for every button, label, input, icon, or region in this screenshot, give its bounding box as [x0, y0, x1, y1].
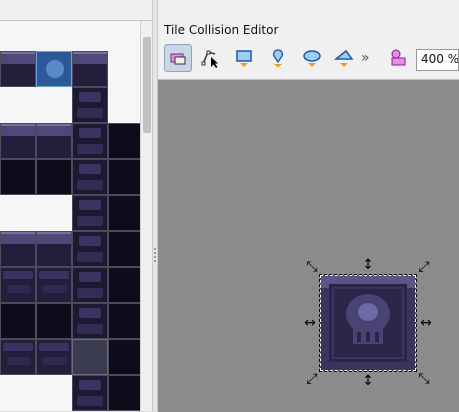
tileset-tile[interactable]: [0, 303, 36, 339]
tileset-tile[interactable]: [36, 267, 72, 303]
template-icon: [391, 49, 406, 66]
select-objects-icon: [170, 53, 186, 65]
scrollbar-thumb[interactable]: [143, 37, 151, 133]
selected-tileset-tile[interactable]: [36, 51, 72, 87]
tileset-tile[interactable]: [0, 123, 36, 159]
collision-toolbar: » 400 %: [158, 44, 459, 76]
select-objects-tool[interactable]: [164, 44, 192, 72]
resize-handle-se-icon[interactable]: ⤡: [417, 372, 431, 386]
tileset-grid[interactable]: [0, 21, 140, 411]
tileset-tile[interactable]: [72, 159, 108, 195]
panel-title: Tile Collision Editor: [164, 23, 279, 37]
skull-icon: [329, 284, 407, 362]
tileset-tile[interactable]: [72, 123, 108, 159]
edit-polygons-icon: [201, 50, 218, 68]
tileset-tile[interactable]: [108, 375, 140, 411]
tileset-tile[interactable]: [108, 339, 140, 375]
resize-handle-s-icon[interactable]: ↕: [361, 374, 375, 388]
collision-canvas[interactable]: ⤡ ↕ ⤢ ↔ ↔ ⤢ ↕ ⤡: [158, 79, 459, 412]
tile-face: [329, 284, 407, 362]
tileset-tile[interactable]: [72, 339, 108, 375]
tileset-tab-strip: [0, 0, 152, 21]
tileset-tile[interactable]: [108, 123, 140, 159]
tileset-tile[interactable]: [72, 195, 108, 231]
toolbar-overflow-icon[interactable]: »: [361, 50, 370, 66]
rectangle-icon: [236, 50, 252, 67]
tile-collision-editor: Tile Collision Editor » 400 % ⤡ ↕ ⤢ ↔ ↔ …: [158, 0, 459, 412]
tileset-tile[interactable]: [108, 267, 140, 303]
tileset-tile[interactable]: [72, 51, 108, 87]
tileset-tile[interactable]: [108, 159, 140, 195]
edited-tile[interactable]: [319, 274, 417, 372]
tileset-tile[interactable]: [36, 231, 72, 267]
tileset-tile[interactable]: [36, 159, 72, 195]
ellipse-icon: [303, 50, 321, 67]
tileset-tile[interactable]: [108, 303, 140, 339]
tileset-tile[interactable]: [36, 123, 72, 159]
splitter-grip-icon: [154, 248, 156, 262]
insert-rectangle-tool[interactable]: [230, 44, 258, 72]
tileset-tile[interactable]: [36, 303, 72, 339]
tileset-panel: [0, 0, 152, 411]
tileset-tile[interactable]: [108, 195, 140, 231]
polygon-icon: [334, 49, 354, 67]
point-icon: [272, 49, 284, 68]
tileset-vertical-scrollbar[interactable]: [140, 21, 152, 411]
zoom-combobox[interactable]: 400 %: [416, 49, 459, 71]
resize-handle-ne-icon[interactable]: ⤢: [417, 260, 431, 274]
resize-handle-sw-icon[interactable]: ⤢: [305, 372, 319, 386]
tileset-tile[interactable]: [108, 231, 140, 267]
tileset-tile[interactable]: [0, 159, 36, 195]
insert-ellipse-tool[interactable]: [298, 44, 326, 72]
insert-point-tool[interactable]: [264, 44, 292, 72]
resize-handle-e-icon[interactable]: ↔: [419, 316, 433, 330]
tileset-tile[interactable]: [72, 375, 108, 411]
resize-handle-n-icon[interactable]: ↕: [361, 258, 375, 272]
tileset-tile[interactable]: [72, 87, 108, 123]
tileset-tile[interactable]: [36, 339, 72, 375]
tileset-tile[interactable]: [0, 51, 36, 87]
resize-handle-w-icon[interactable]: ↔: [303, 316, 317, 330]
resize-handle-nw-icon[interactable]: ⤡: [305, 260, 319, 274]
tileset-tile[interactable]: [0, 267, 36, 303]
tileset-tile[interactable]: [72, 303, 108, 339]
insert-template-tool[interactable]: [384, 44, 412, 72]
edit-polygons-tool[interactable]: [196, 44, 224, 72]
insert-polygon-tool[interactable]: [330, 44, 358, 72]
tileset-tile[interactable]: [0, 339, 36, 375]
tileset-tile[interactable]: [0, 231, 36, 267]
tileset-tile[interactable]: [72, 231, 108, 267]
tileset-tile[interactable]: [72, 267, 108, 303]
